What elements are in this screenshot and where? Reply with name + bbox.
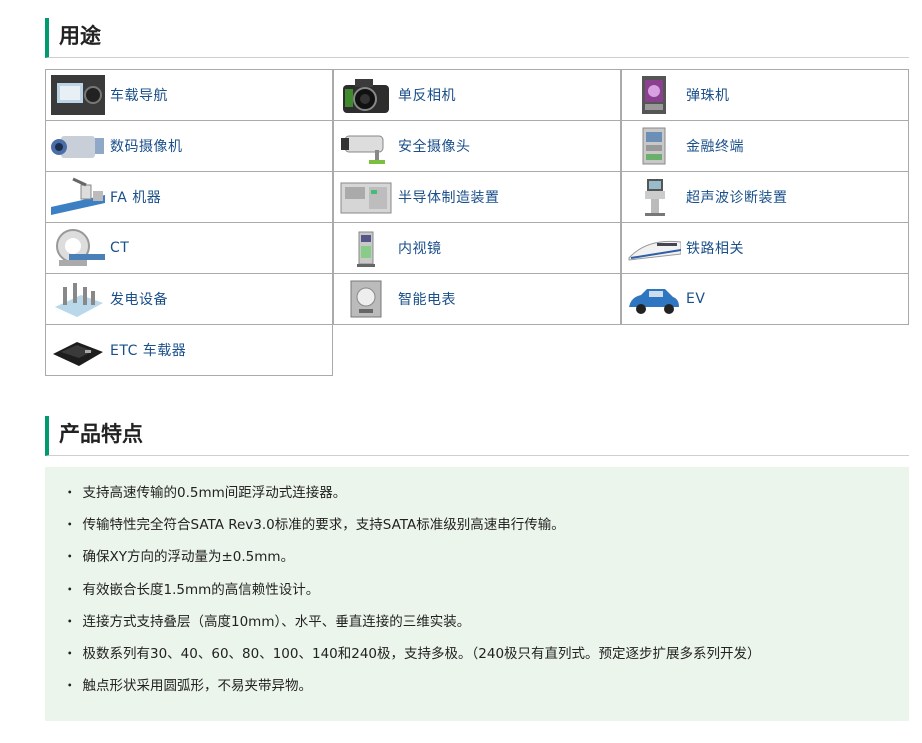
- feature-text: 连接方式支持叠层（高度10mm）、水平、垂直连接的三维实装。: [82, 613, 471, 630]
- application-label[interactable]: 车载导航: [110, 85, 168, 105]
- fa-robot-icon: [50, 175, 106, 219]
- power-generation-icon: [50, 277, 106, 321]
- security-camera-icon: [338, 124, 394, 168]
- bullet-mark: ・: [63, 645, 77, 662]
- bullet-mark: ・: [63, 613, 77, 630]
- ev-car-icon: [626, 277, 682, 321]
- application-label[interactable]: 智能电表: [398, 289, 456, 309]
- application-label[interactable]: 数码摄像机: [110, 136, 183, 156]
- application-label[interactable]: CT: [110, 240, 129, 256]
- bullet-mark: ・: [63, 549, 77, 566]
- application-item[interactable]: 内视镜: [333, 222, 621, 274]
- feature-item: ・确保XY方向的浮动量为±0.5mm。: [45, 545, 909, 577]
- application-label[interactable]: 安全摄像头: [398, 136, 471, 156]
- ultrasound-device-icon: [626, 175, 682, 219]
- application-label[interactable]: ETC 车载器: [110, 340, 186, 360]
- pachinko-machine-icon: [626, 73, 682, 117]
- application-item[interactable]: 单反相机: [333, 69, 621, 121]
- application-label[interactable]: 发电设备: [110, 289, 168, 309]
- application-item[interactable]: 发电设备: [45, 273, 333, 325]
- feature-item: ・传输特性完全符合SATA Rev3.0标准的要求，支持SATA标准级别高速串行…: [45, 513, 909, 545]
- application-label[interactable]: 弹珠机: [686, 85, 730, 105]
- applications-heading: 用途: [45, 18, 909, 58]
- feature-item: ・支持高速传输的0.5mm间距浮动式连接器。: [45, 481, 909, 513]
- application-item[interactable]: ETC 车载器: [45, 324, 333, 376]
- feature-item: ・触点形状采用圆弧形，不易夹带异物。: [45, 674, 909, 706]
- features-title: 产品特点: [59, 422, 143, 446]
- application-label[interactable]: 单反相机: [398, 85, 456, 105]
- feature-text: 触点形状采用圆弧形，不易夹带异物。: [82, 678, 313, 695]
- bullet-train-icon: [626, 226, 682, 270]
- bullet-mark: ・: [63, 517, 77, 534]
- application-item[interactable]: 铁路相关: [621, 222, 909, 274]
- features-heading: 产品特点: [45, 416, 909, 456]
- application-item[interactable]: 智能电表: [333, 273, 621, 325]
- feature-text: 支持高速传输的0.5mm间距浮动式连接器。: [82, 485, 347, 501]
- application-item[interactable]: FA 机器: [45, 171, 333, 223]
- feature-text: 有效嵌合长度1.5mm的高信赖性设计。: [82, 581, 320, 598]
- application-item[interactable]: EV: [621, 273, 909, 325]
- smart-meter-icon: [338, 277, 394, 321]
- applications-title: 用途: [59, 24, 101, 48]
- application-label[interactable]: 铁路相关: [686, 238, 744, 258]
- application-item[interactable]: 安全摄像头: [333, 120, 621, 172]
- endoscope-icon: [338, 226, 394, 270]
- application-item[interactable]: 超声波诊断装置: [621, 171, 909, 223]
- application-item[interactable]: 数码摄像机: [45, 120, 333, 172]
- semiconductor-equipment-icon: [338, 175, 394, 219]
- video-camera-icon: [50, 124, 106, 168]
- feature-item: ・极数系列有30、40、60、80、100、140和240极，支持多极。（240…: [45, 642, 909, 674]
- ct-scanner-icon: [50, 226, 106, 270]
- application-item[interactable]: 金融终端: [621, 120, 909, 172]
- application-label[interactable]: FA 机器: [110, 187, 161, 207]
- application-item[interactable]: 半导体制造装置: [333, 171, 621, 223]
- financial-terminal-icon: [626, 124, 682, 168]
- feature-text: 确保XY方向的浮动量为±0.5mm。: [82, 549, 295, 566]
- application-label[interactable]: 超声波诊断装置: [686, 187, 788, 207]
- dslr-camera-icon: [338, 73, 394, 117]
- feature-text: 极数系列有30、40、60、80、100、140和240极，支持多极。（240极…: [82, 645, 761, 662]
- application-item[interactable]: CT: [45, 222, 333, 274]
- application-label[interactable]: EV: [686, 291, 705, 307]
- etc-device-icon: [50, 328, 106, 372]
- feature-item: ・有效嵌合长度1.5mm的高信赖性设计。: [45, 578, 909, 610]
- feature-item: ・连接方式支持叠层（高度10mm）、水平、垂直连接的三维实装。: [45, 610, 909, 642]
- application-label[interactable]: 金融终端: [686, 136, 744, 156]
- bullet-mark: ・: [63, 581, 77, 598]
- application-label[interactable]: 半导体制造装置: [398, 187, 500, 207]
- bullet-mark: ・: [63, 485, 77, 501]
- application-item[interactable]: 车载导航: [45, 69, 333, 121]
- car-navigation-icon: [50, 73, 106, 117]
- features-panel: ・支持高速传输的0.5mm间距浮动式连接器。・传输特性完全符合SATA Rev3…: [45, 467, 909, 721]
- bullet-mark: ・: [63, 678, 77, 695]
- application-label[interactable]: 内视镜: [398, 238, 442, 258]
- application-item[interactable]: 弹珠机: [621, 69, 909, 121]
- feature-text: 传输特性完全符合SATA Rev3.0标准的要求，支持SATA标准级别高速串行传…: [82, 517, 565, 534]
